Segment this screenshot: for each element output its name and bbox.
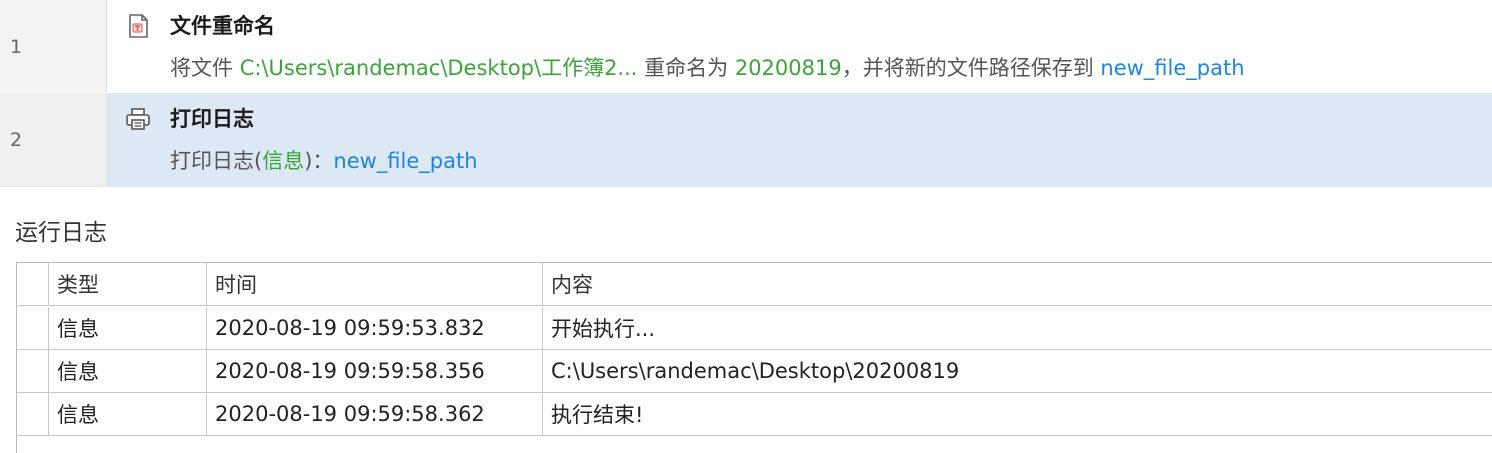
cell-type: 信息	[48, 307, 206, 349]
step-print-log[interactable]: 2 打印日志 打印日志(信息)：new_file_path	[0, 93, 1492, 186]
desc-text: 将文件	[170, 56, 240, 80]
column-header-time[interactable]: 时间	[206, 263, 542, 305]
desc-text: 重命名为	[637, 56, 735, 80]
row-selector	[17, 350, 48, 392]
cell-type: 信息	[48, 393, 206, 435]
step-title: 文件重命名	[170, 14, 275, 38]
printer-icon	[126, 108, 150, 130]
new-file-name: 20200819	[734, 56, 842, 80]
log-level: 信息	[262, 149, 305, 173]
cell-content: 开始执行...	[542, 307, 1492, 349]
run-log-title: 运行日志	[15, 220, 107, 246]
line-number: 1	[10, 35, 23, 58]
cell-content: C:\Users\randemac\Desktop\20200819	[542, 350, 1492, 392]
desc-text: )：	[304, 149, 334, 173]
run-log-table: 类型 时间 内容 信息 2020-08-19 09:59:53.832 开始执行…	[16, 262, 1492, 453]
step-description: 打印日志(信息)：new_file_path	[170, 145, 478, 175]
cell-time: 2020-08-19 09:59:58.362	[206, 393, 542, 435]
cell-time: 2020-08-19 09:59:53.832	[206, 307, 542, 349]
step-title: 打印日志	[170, 107, 254, 131]
cell-time: 2020-08-19 09:59:58.356	[206, 350, 542, 392]
flow-steps-list: 1 文件重命名 将文件 C:\Users\randemac\Desktop\工作…	[0, 0, 1492, 187]
row-selector	[17, 393, 48, 435]
desc-text: ，并将新的文件路径保存到	[841, 56, 1101, 80]
table-row[interactable]: 信息 2020-08-19 09:59:58.362 执行结束!	[17, 393, 1492, 436]
desc-text: 打印日志(	[170, 149, 263, 173]
log-variable: new_file_path	[333, 149, 478, 173]
row-selector-header	[17, 263, 48, 305]
column-header-type[interactable]: 类型	[48, 263, 206, 305]
output-variable: new_file_path	[1100, 56, 1245, 80]
cell-content: 执行结束!	[542, 393, 1492, 435]
step-file-rename[interactable]: 1 文件重命名 将文件 C:\Users\randemac\Desktop\工作…	[0, 0, 1492, 93]
step-description: 将文件 C:\Users\randemac\Desktop\工作簿2... 重命…	[170, 52, 1245, 82]
divider	[0, 186, 1492, 187]
cell-type: 信息	[48, 350, 206, 392]
table-row[interactable]: 信息 2020-08-19 09:59:53.832 开始执行...	[17, 307, 1492, 350]
line-number: 2	[10, 128, 23, 151]
column-header-content[interactable]: 内容	[542, 263, 1492, 305]
file-rename-icon	[129, 14, 148, 38]
row-selector	[17, 307, 48, 349]
source-file-path: C:\Users\randemac\Desktop\工作簿2...	[239, 56, 638, 80]
table-row[interactable]: 信息 2020-08-19 09:59:58.356 C:\Users\rand…	[17, 350, 1492, 393]
table-header-row: 类型 时间 内容	[17, 263, 1492, 306]
